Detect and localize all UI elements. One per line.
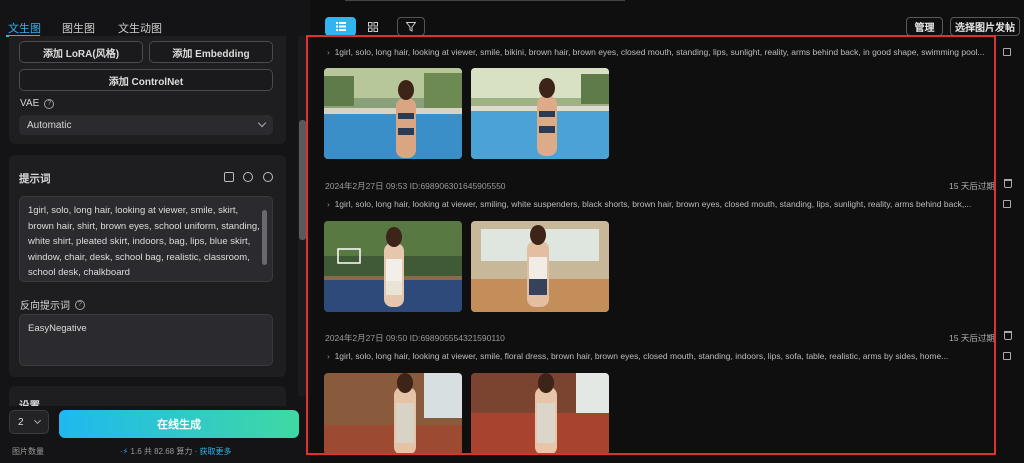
negative-prompt-input[interactable]: EasyNegative (19, 314, 273, 366)
prompt-label: 提示词 (19, 173, 51, 185)
prompt-card: 提示词 1girl, solo, long hair, looking at v… (9, 155, 286, 377)
history-icon[interactable] (243, 172, 253, 182)
help-icon[interactable]: ? (75, 299, 85, 310)
settings-card: 设置 (9, 386, 286, 406)
list-view-button[interactable] (325, 17, 356, 36)
negative-prompt-label-text: 反向提示词 (20, 301, 70, 312)
copy-icon[interactable] (1003, 200, 1011, 208)
model-card: 添加 LoRA(风格) 添加 Embedding 添加 ControlNet V… (9, 36, 286, 144)
mode-tabs: 文生图 图生图 文生动图 (0, 0, 300, 36)
vae-label: VAE ? (20, 98, 55, 109)
palette-icon[interactable] (263, 172, 273, 182)
left-scrollbar-thumb[interactable] (299, 120, 306, 240)
tab-text-to-image[interactable]: 文生图 (8, 20, 41, 36)
vae-label-text: VAE (20, 98, 40, 109)
highlight-frame (306, 35, 996, 455)
filter-button[interactable] (397, 17, 425, 36)
tab-text-to-animation[interactable]: 文生动图 (118, 20, 162, 36)
get-more-link[interactable]: 获取更多 (199, 447, 231, 456)
list-icon (335, 22, 346, 31)
add-lora-button[interactable]: 添加 LoRA(风格) (19, 41, 143, 63)
grid-view-button[interactable] (360, 17, 386, 36)
vae-select[interactable]: Automatic (19, 115, 273, 135)
cost-info: ·⚡ 1.6 共 82.68 算力 · 获取更多 (120, 447, 232, 456)
trash-icon[interactable] (1004, 179, 1012, 188)
negative-prompt-label: 反向提示词 ? (20, 297, 85, 312)
copy-icon[interactable] (1003, 48, 1011, 56)
prompt-input[interactable]: 1girl, solo, long hair, looking at viewe… (19, 196, 273, 282)
filter-icon (406, 21, 416, 32)
settings-label: 设置 (19, 400, 40, 406)
help-icon[interactable]: ? (44, 98, 55, 109)
image-icon[interactable] (224, 172, 234, 182)
top-divider (345, 0, 625, 1)
grid-icon (368, 21, 378, 32)
copy-icon[interactable] (1003, 352, 1011, 360)
add-controlnet-button[interactable]: 添加 ControlNet (19, 69, 273, 91)
image-count-select[interactable]: 2 (9, 410, 49, 434)
select-post-button[interactable]: 选择图片发帖 (950, 17, 1020, 36)
manage-button[interactable]: 管理 (906, 17, 943, 36)
trash-icon[interactable] (1004, 331, 1012, 340)
tab-image-to-image[interactable]: 图生图 (62, 20, 95, 36)
vae-select-value: Automatic (27, 119, 72, 131)
cost-total: 共 82.68 算力 (143, 447, 193, 456)
lightning-icon: ·⚡ (120, 447, 129, 456)
prompt-scrollbar[interactable] (262, 210, 267, 265)
cost-amount: 1.6 (130, 447, 142, 456)
generate-button[interactable]: 在线生成 (59, 410, 299, 438)
image-count-value: 2 (18, 416, 24, 428)
left-panel: 文生图 图生图 文生动图 添加 LoRA(风格) 添加 Embedding 添加… (0, 0, 310, 463)
image-count-label: 图片数量 (12, 447, 44, 456)
add-embedding-button[interactable]: 添加 Embedding (149, 41, 273, 63)
chevron-down-icon (257, 118, 267, 128)
chevron-down-icon (33, 416, 42, 425)
